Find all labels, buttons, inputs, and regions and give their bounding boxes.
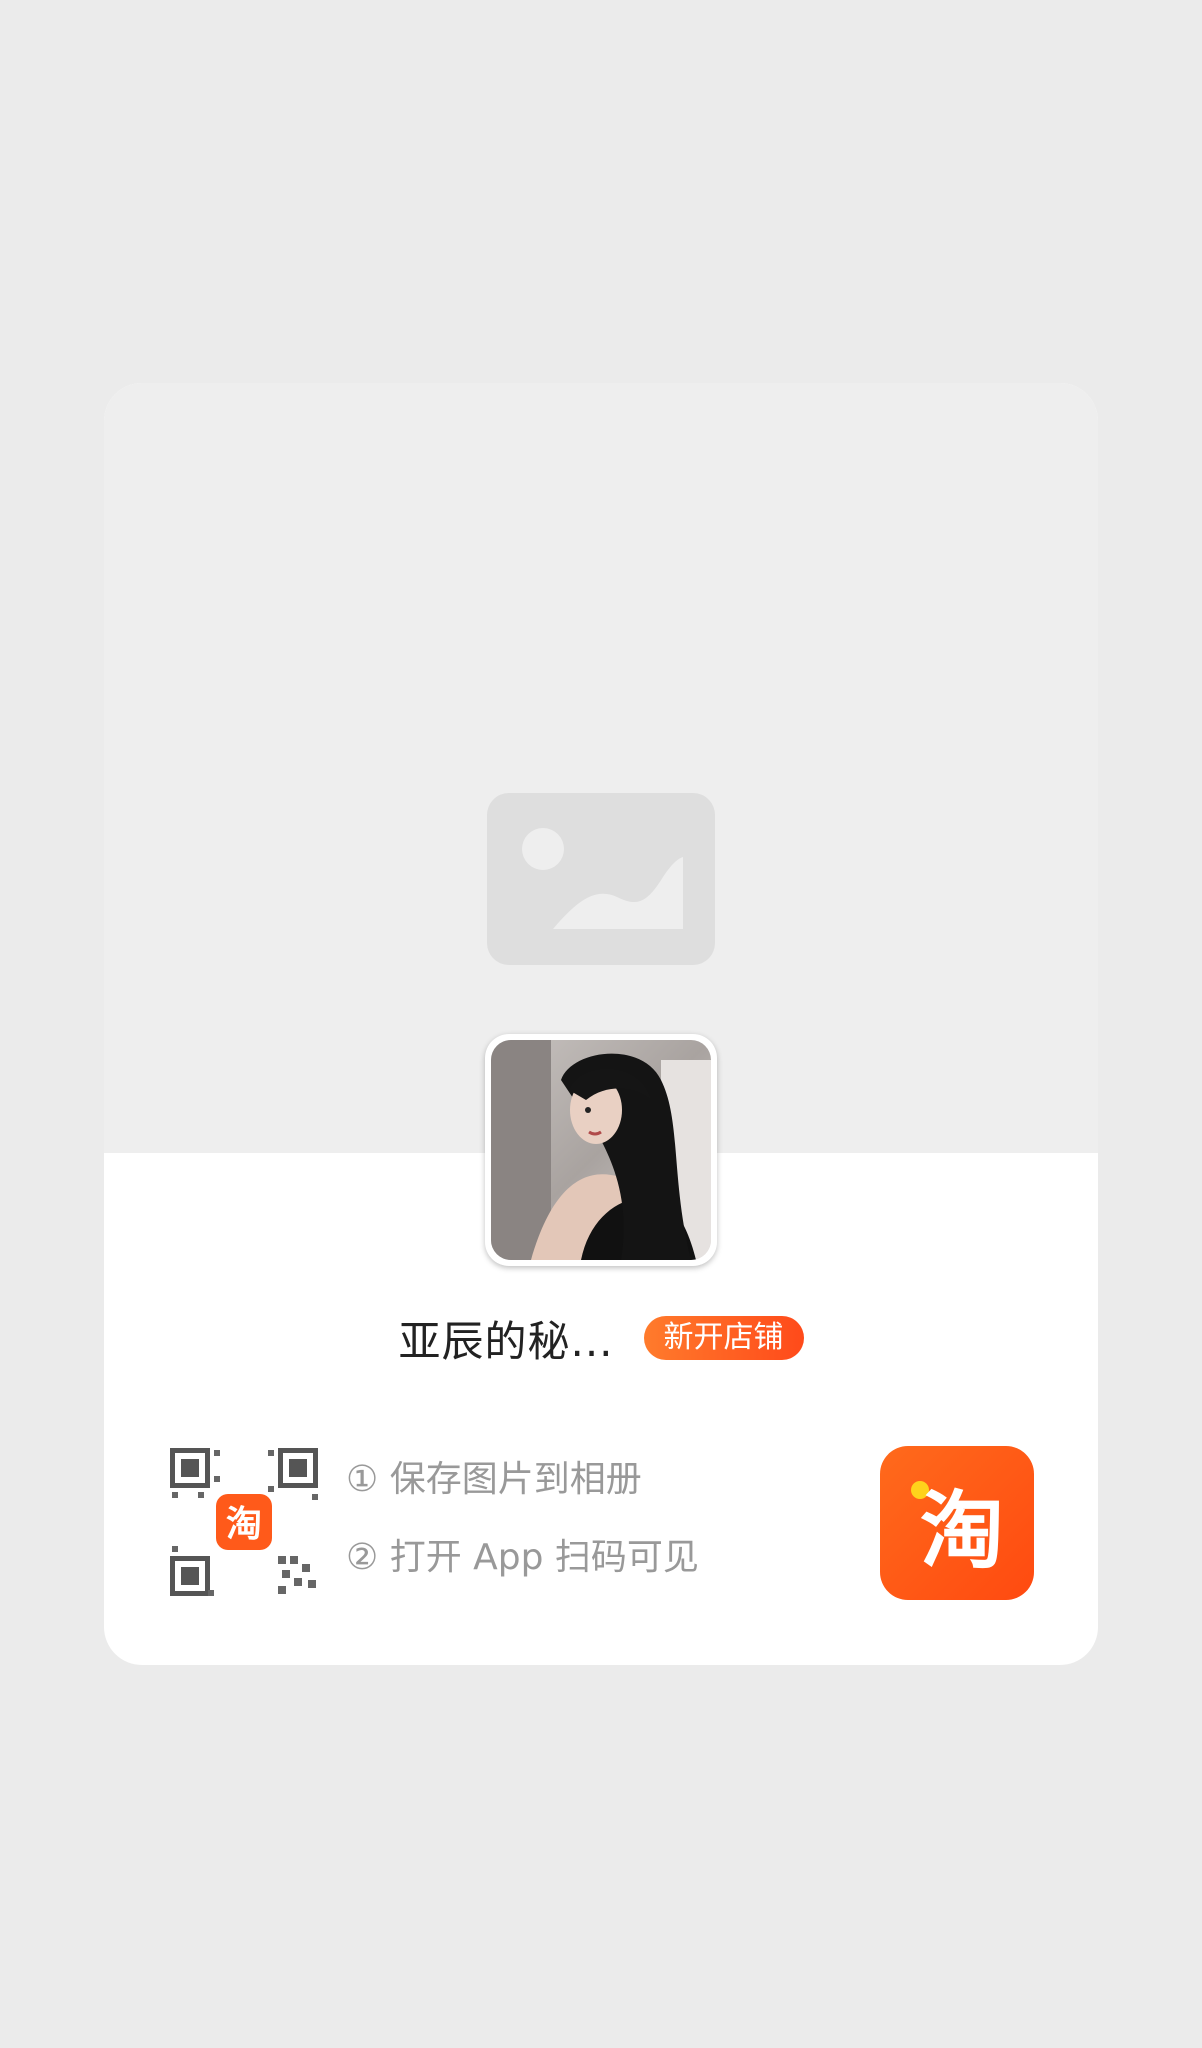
image-placeholder-icon <box>487 793 715 965</box>
taobao-logo-icon[interactable]: 淘 <box>880 1446 1034 1600</box>
new-shop-badge: 新开店铺 <box>643 1316 804 1360</box>
taobao-logo-glyph: 淘 <box>911 1481 1004 1580</box>
qr-code-icon[interactable]: 淘 <box>168 1446 320 1598</box>
share-card: 亚辰的秘... 新开店铺 淘 ① 保存图片到相册 ② 打开 App 扫码可见 淘 <box>104 383 1098 1665</box>
instruction-step-2: ② 打开 App 扫码可见 <box>346 1537 699 1578</box>
instruction-step-1: ① 保存图片到相册 <box>346 1459 642 1500</box>
avatar-photo <box>491 1040 711 1260</box>
shop-info-row: 亚辰的秘... 新开店铺 <box>104 1303 1098 1373</box>
qr-logo-text: 淘 <box>226 1504 262 1545</box>
shop-avatar[interactable] <box>485 1034 717 1266</box>
shop-name[interactable]: 亚辰的秘... <box>398 1308 613 1369</box>
taobao-logo-text: 淘 <box>920 1482 1004 1580</box>
instructions: ① 保存图片到相册 ② 打开 App 扫码可见 <box>346 1458 866 1580</box>
